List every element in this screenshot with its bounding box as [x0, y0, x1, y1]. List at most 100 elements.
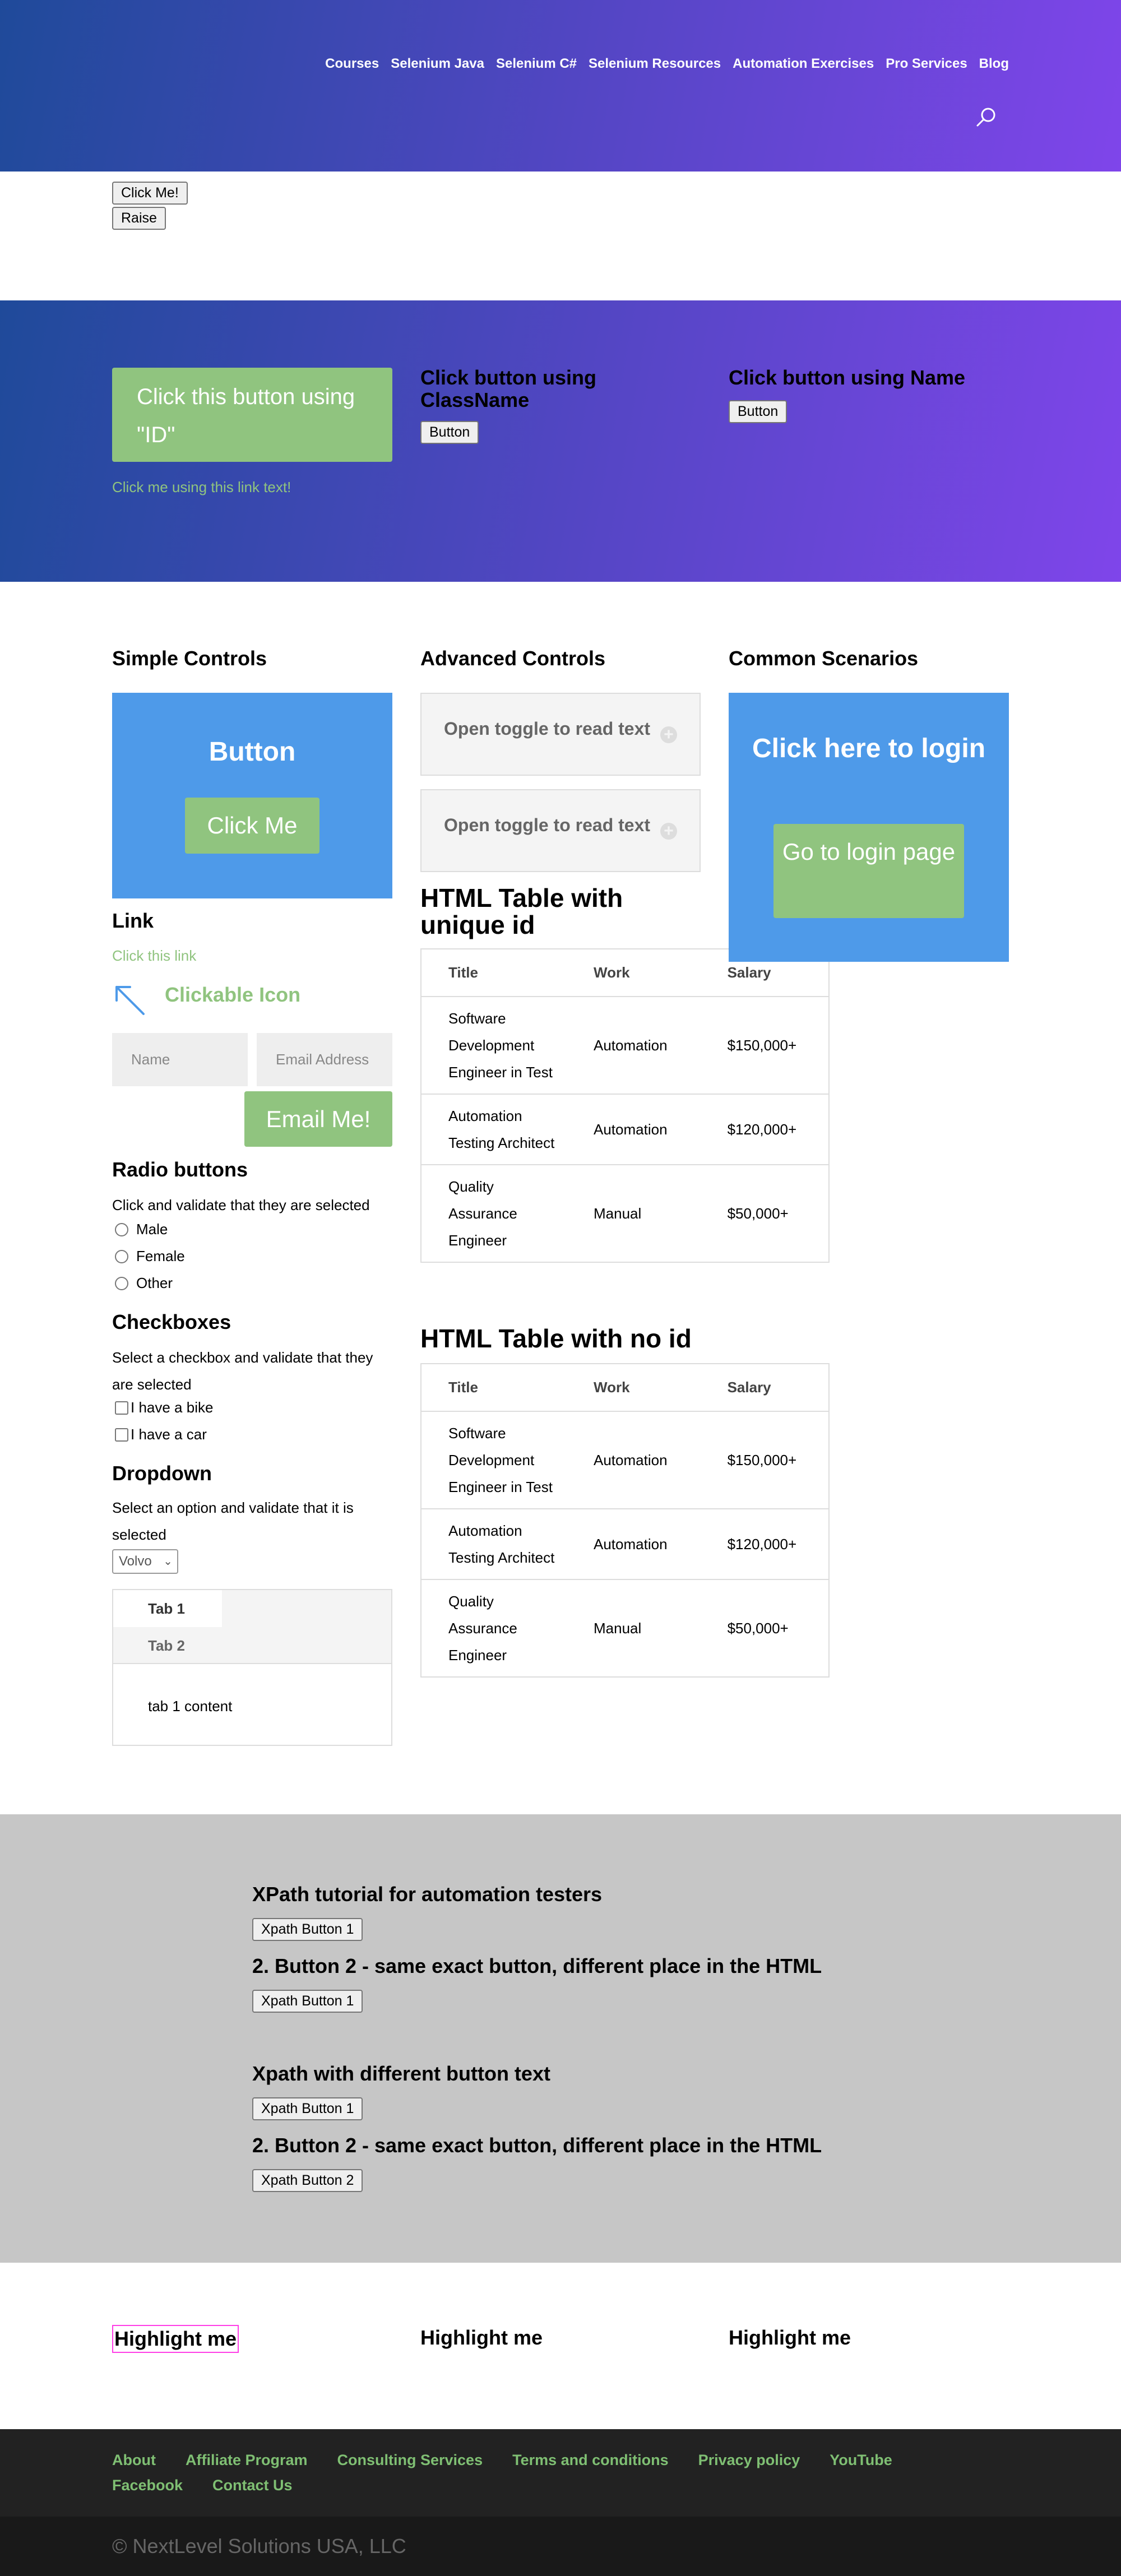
table-cell: Quality Assurance Engineer: [421, 1579, 567, 1677]
table-unique-id: Title Work Salary Software Development E…: [420, 948, 830, 1263]
table-cell: Automation Testing Architect: [421, 1508, 567, 1579]
footer-link-contact[interactable]: Contact Us: [212, 2477, 293, 2494]
login-box: Click here to login Go to login page: [729, 693, 1009, 962]
nav-blog[interactable]: Blog: [979, 56, 1009, 72]
table-cell: $50,000+: [700, 1164, 829, 1262]
xpath-heading-2: 2. Button 2 - same exact button, differe…: [252, 1954, 822, 1977]
checkbox-box[interactable]: [115, 1428, 128, 1442]
table-row: Software Development Engineer in Test Au…: [421, 1411, 829, 1509]
xpath-section: XPath tutorial for automation testers Xp…: [0, 1814, 1121, 2263]
name-button[interactable]: Button: [729, 400, 788, 423]
toggle-title: Open toggle to read text: [444, 815, 651, 835]
tab-2[interactable]: Tab 2: [113, 1627, 222, 1664]
radio-label: Other: [136, 1275, 173, 1291]
tab-content: tab 1 content: [148, 1698, 233, 1715]
email-me-button[interactable]: Email Me!: [244, 1091, 392, 1147]
footer-links: About Affiliate Program Consulting Servi…: [112, 2452, 975, 2494]
footer-link-about[interactable]: About: [112, 2452, 156, 2469]
xpath-heading-4: 2. Button 2 - same exact button, differe…: [252, 2134, 822, 2157]
highlight-me-3[interactable]: Highlight me: [729, 2326, 851, 2350]
car-dropdown[interactable]: Volvo ⌄: [112, 1549, 178, 1574]
checkbox-label: I have a car: [131, 1426, 207, 1443]
radio-female[interactable]: Female: [115, 1248, 185, 1265]
nav-automation-exercises[interactable]: Automation Exercises: [733, 56, 874, 72]
id-button[interactable]: Click this button using "ID": [112, 368, 392, 462]
table-row: Automation Testing Architect Automation …: [421, 1508, 829, 1579]
nav-courses[interactable]: Courses: [325, 56, 379, 72]
checkbox-bike[interactable]: I have a bike: [115, 1399, 213, 1416]
table-cell: Manual: [567, 1579, 701, 1677]
table-cell: $50,000+: [700, 1579, 829, 1677]
dropdown-heading: Dropdown: [112, 1462, 212, 1485]
clickable-icon-label[interactable]: Clickable Icon: [165, 983, 300, 1007]
link-heading: Link: [112, 909, 154, 932]
raise-button[interactable]: Raise: [112, 207, 166, 230]
radio-circle[interactable]: [115, 1276, 128, 1290]
xpath-button-2[interactable]: Xpath Button 1: [252, 1990, 363, 2013]
radio-label: Male: [136, 1221, 168, 1238]
tab-1[interactable]: Tab 1: [113, 1590, 222, 1627]
radio-circle[interactable]: [115, 1249, 128, 1263]
nav-pro-services[interactable]: Pro Services: [886, 56, 967, 72]
link-text-link[interactable]: Click me using this link text!: [112, 479, 291, 496]
tabs-widget: Tab 1 Tab 2 tab 1 content: [112, 1589, 392, 1746]
radio-male[interactable]: Male: [115, 1221, 168, 1238]
tabs-bar: Tab 1 Tab 2: [113, 1590, 391, 1664]
footer-link-affiliate[interactable]: Affiliate Program: [186, 2452, 308, 2469]
footer-link-facebook[interactable]: Facebook: [112, 2477, 183, 2494]
main-nav: Courses Selenium Java Selenium C# Seleni…: [325, 56, 1009, 72]
table-header: Salary: [700, 1364, 829, 1412]
classname-button[interactable]: Button: [420, 421, 479, 444]
arrow-up-left-icon[interactable]: [112, 984, 148, 1017]
xpath-button-3[interactable]: Xpath Button 1: [252, 2097, 363, 2120]
radio-label: Female: [136, 1248, 185, 1264]
nav-selenium-csharp[interactable]: Selenium C#: [496, 56, 577, 72]
click-me-green-button[interactable]: Click Me: [185, 798, 319, 854]
footer-link-terms[interactable]: Terms and conditions: [512, 2452, 669, 2469]
radio-description: Click and validate that they are selecte…: [112, 1197, 370, 1213]
advanced-controls-heading: Advanced Controls: [420, 647, 606, 670]
table-cell: Software Development Engineer in Test: [421, 996, 567, 1094]
footer-link-youtube[interactable]: YouTube: [830, 2452, 892, 2469]
search-icon[interactable]: [974, 105, 999, 130]
highlight-me-1[interactable]: Highlight me: [112, 2325, 239, 2353]
checkbox-box[interactable]: [115, 1401, 128, 1415]
site-header: Courses Selenium Java Selenium C# Seleni…: [0, 0, 1121, 172]
top-buttons: Click Me! Raise: [112, 182, 188, 230]
table-unique-id-heading: HTML Table with unique id: [420, 883, 623, 939]
xpath-heading-1: XPath tutorial for automation testers: [252, 1883, 603, 1906]
table-cell: Automation: [567, 1411, 701, 1509]
table-cell: Manual: [567, 1164, 701, 1262]
checkbox-description: Select a checkbox and validate that they…: [112, 1349, 373, 1393]
table-header: Title: [421, 949, 567, 997]
email-field[interactable]: Email Address: [257, 1033, 392, 1086]
table-cell: Software Development Engineer in Test: [421, 1411, 567, 1509]
xpath-button-4[interactable]: Xpath Button 2: [252, 2169, 363, 2192]
name-field[interactable]: Name: [112, 1033, 248, 1086]
radio-heading: Radio buttons: [112, 1158, 248, 1181]
toggle-1[interactable]: Open toggle to read text +: [420, 693, 701, 776]
highlight-me-2[interactable]: Highlight me: [420, 2326, 543, 2350]
login-box-title: Click here to login: [752, 734, 986, 763]
radio-other[interactable]: Other: [115, 1275, 173, 1292]
footer-link-privacy[interactable]: Privacy policy: [698, 2452, 800, 2469]
click-this-link[interactable]: Click this link: [112, 947, 196, 965]
button-box: Button Click Me: [112, 693, 392, 898]
nav-selenium-resources[interactable]: Selenium Resources: [589, 56, 721, 72]
xpath-button-1[interactable]: Xpath Button 1: [252, 1918, 363, 1941]
locators-section: Click this button using "ID" Click me us…: [0, 300, 1121, 582]
toggle-2[interactable]: Open toggle to read text +: [420, 789, 701, 872]
table-header: Work: [567, 1364, 701, 1412]
classname-heading: Click button using ClassName: [420, 366, 596, 411]
radio-circle[interactable]: [115, 1222, 128, 1236]
nav-selenium-java[interactable]: Selenium Java: [391, 56, 484, 72]
go-to-login-button[interactable]: Go to login page: [773, 824, 964, 918]
plus-icon: +: [660, 726, 677, 743]
checkbox-car[interactable]: I have a car: [115, 1426, 207, 1443]
checkbox-heading: Checkboxes: [112, 1310, 231, 1333]
table-header-row: Title Work Salary: [421, 1364, 829, 1412]
table-cell: Automation: [567, 996, 701, 1094]
table-cell: Automation Testing Architect: [421, 1094, 567, 1165]
footer-link-consulting[interactable]: Consulting Services: [337, 2452, 483, 2469]
click-me-button[interactable]: Click Me!: [112, 182, 188, 205]
